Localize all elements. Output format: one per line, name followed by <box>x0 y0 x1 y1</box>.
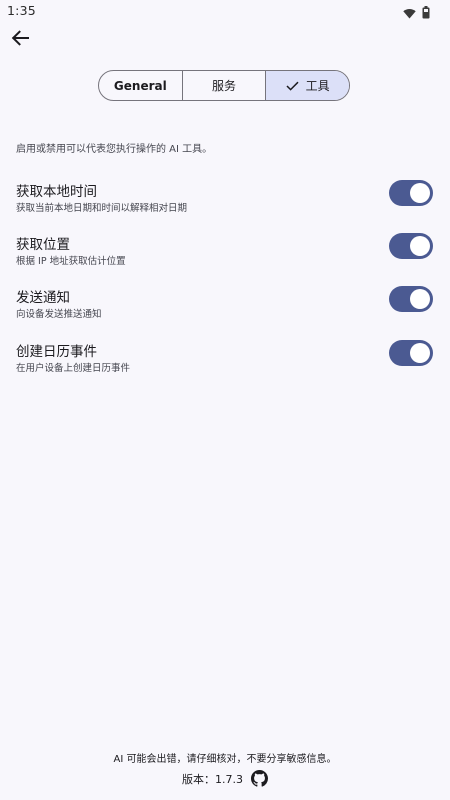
tool-item-notification: 发送通知 向设备发送推送通知 <box>0 286 450 336</box>
tool-toggle-calendar-event[interactable] <box>389 340 433 366</box>
version-label: 版本：1.7.3 <box>182 772 243 786</box>
tab-services[interactable]: 服务 <box>181 71 266 100</box>
tools-description: 启用或禁用可以代表您执行操作的 AI 工具。 <box>16 144 213 155</box>
tab-tools-label: 工具 <box>305 79 330 93</box>
tab-general[interactable]: General <box>99 71 182 100</box>
toggle-thumb <box>410 236 430 256</box>
tab-services-label: 服务 <box>212 79 237 93</box>
github-icon[interactable] <box>251 770 268 787</box>
tool-toggle-location[interactable] <box>389 233 433 259</box>
status-icons <box>403 4 430 23</box>
battery-icon <box>422 4 430 23</box>
check-icon <box>286 81 299 91</box>
tool-toggle-local-time[interactable] <box>389 180 433 206</box>
tool-item-calendar-event: 创建日历事件 在用户设备上创建日历事件 <box>0 340 450 390</box>
tool-subtitle: 获取当前本地日期和时间以解释相对日期 <box>16 203 188 214</box>
ai-disclaimer: AI 可能会出错，请仔细核对，不要分享敏感信息。 <box>113 754 337 765</box>
status-time: 1:35 <box>7 3 36 18</box>
tool-subtitle: 向设备发送推送通知 <box>16 309 102 320</box>
toggle-thumb <box>410 183 430 203</box>
tool-subtitle: 根据 IP 地址获取估计位置 <box>16 256 126 267</box>
tab-general-label: General <box>113 78 167 93</box>
tool-item-location: 获取位置 根据 IP 地址获取估计位置 <box>0 233 450 283</box>
version-row: 版本：1.7.3 <box>0 770 450 787</box>
toggle-thumb <box>410 289 430 309</box>
back-button[interactable] <box>4 26 36 54</box>
screen: 1:35 General 服务 工具 启用或禁用可以代表您执行操作的 AI 工具… <box>0 0 450 800</box>
tool-title: 创建日历事件 <box>16 344 97 360</box>
tool-title: 发送通知 <box>16 290 70 306</box>
tool-subtitle: 在用户设备上创建日历事件 <box>16 363 131 374</box>
tab-tools[interactable]: 工具 <box>265 71 349 100</box>
tool-title: 获取本地时间 <box>16 184 97 200</box>
segmented-control: General 服务 工具 <box>98 70 350 101</box>
status-bar: 1:35 <box>0 0 450 22</box>
tool-toggle-notification[interactable] <box>389 286 433 312</box>
wifi-icon <box>403 4 416 23</box>
tool-title: 获取位置 <box>16 237 70 253</box>
tool-item-local-time: 获取本地时间 获取当前本地日期和时间以解释相对日期 <box>0 180 450 230</box>
toggle-thumb <box>410 343 430 363</box>
arrow-back-icon <box>11 30 29 50</box>
